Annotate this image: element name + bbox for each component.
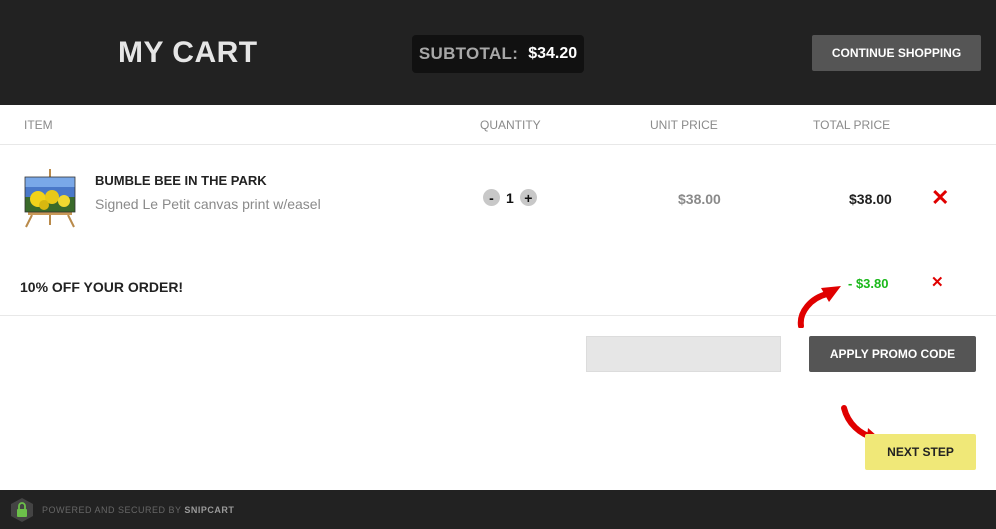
column-header-total-price: TOTAL PRICE	[813, 118, 891, 132]
apply-promo-code-button[interactable]: APPLY PROMO CODE	[809, 336, 976, 372]
lock-icon	[11, 498, 33, 522]
powered-by-label: POWERED AND SECURED BY	[42, 505, 182, 515]
discount-divider	[0, 315, 996, 316]
cart-page: MY CART SUBTOTAL: $34.20 CONTINUE SHOPPI…	[0, 0, 996, 529]
quantity-value: 1	[506, 189, 514, 206]
remove-discount-close-icon[interactable]: ✕	[931, 275, 944, 290]
cart-header: MY CART SUBTOTAL: $34.20 CONTINUE SHOPPI…	[0, 0, 996, 105]
page-title: MY CART	[118, 36, 258, 69]
annotation-arrow-icon	[797, 286, 841, 328]
header-divider	[0, 144, 996, 145]
product-thumbnail	[24, 169, 76, 228]
item-name[interactable]: BUMBLE BEE IN THE PARK	[95, 173, 267, 188]
column-header-unit-price: UNIT PRICE	[650, 118, 718, 132]
discount-amount: - $3.80	[848, 276, 889, 291]
column-header-item: ITEM	[24, 118, 53, 132]
footer: POWERED AND SECURED BY SNIPCART	[0, 490, 996, 529]
subtotal-label: SUBTOTAL:	[418, 44, 519, 63]
decrease-quantity-button[interactable]: -	[483, 189, 500, 206]
promo-code-input[interactable]	[586, 336, 781, 372]
subtotal-badge: SUBTOTAL: $34.20	[412, 35, 584, 73]
item-description: Signed Le Petit canvas print w/easel	[95, 196, 321, 212]
quantity-stepper: - 1 +	[483, 189, 537, 206]
unit-price: $38.00	[678, 191, 721, 207]
subtotal-value: $34.20	[528, 45, 578, 62]
remove-item-close-icon[interactable]: ✕	[931, 187, 949, 209]
total-price: $38.00	[849, 191, 892, 207]
discount-label: 10% OFF YOUR ORDER!	[20, 279, 184, 295]
snipcart-brand-link[interactable]: SNIPCART	[184, 505, 234, 515]
column-header-quantity: QUANTITY	[480, 118, 541, 132]
powered-by-text: POWERED AND SECURED BY SNIPCART	[42, 505, 234, 515]
next-step-button[interactable]: NEXT STEP	[865, 434, 976, 470]
continue-shopping-button[interactable]: CONTINUE SHOPPING	[812, 35, 981, 71]
increase-quantity-button[interactable]: +	[519, 189, 537, 206]
